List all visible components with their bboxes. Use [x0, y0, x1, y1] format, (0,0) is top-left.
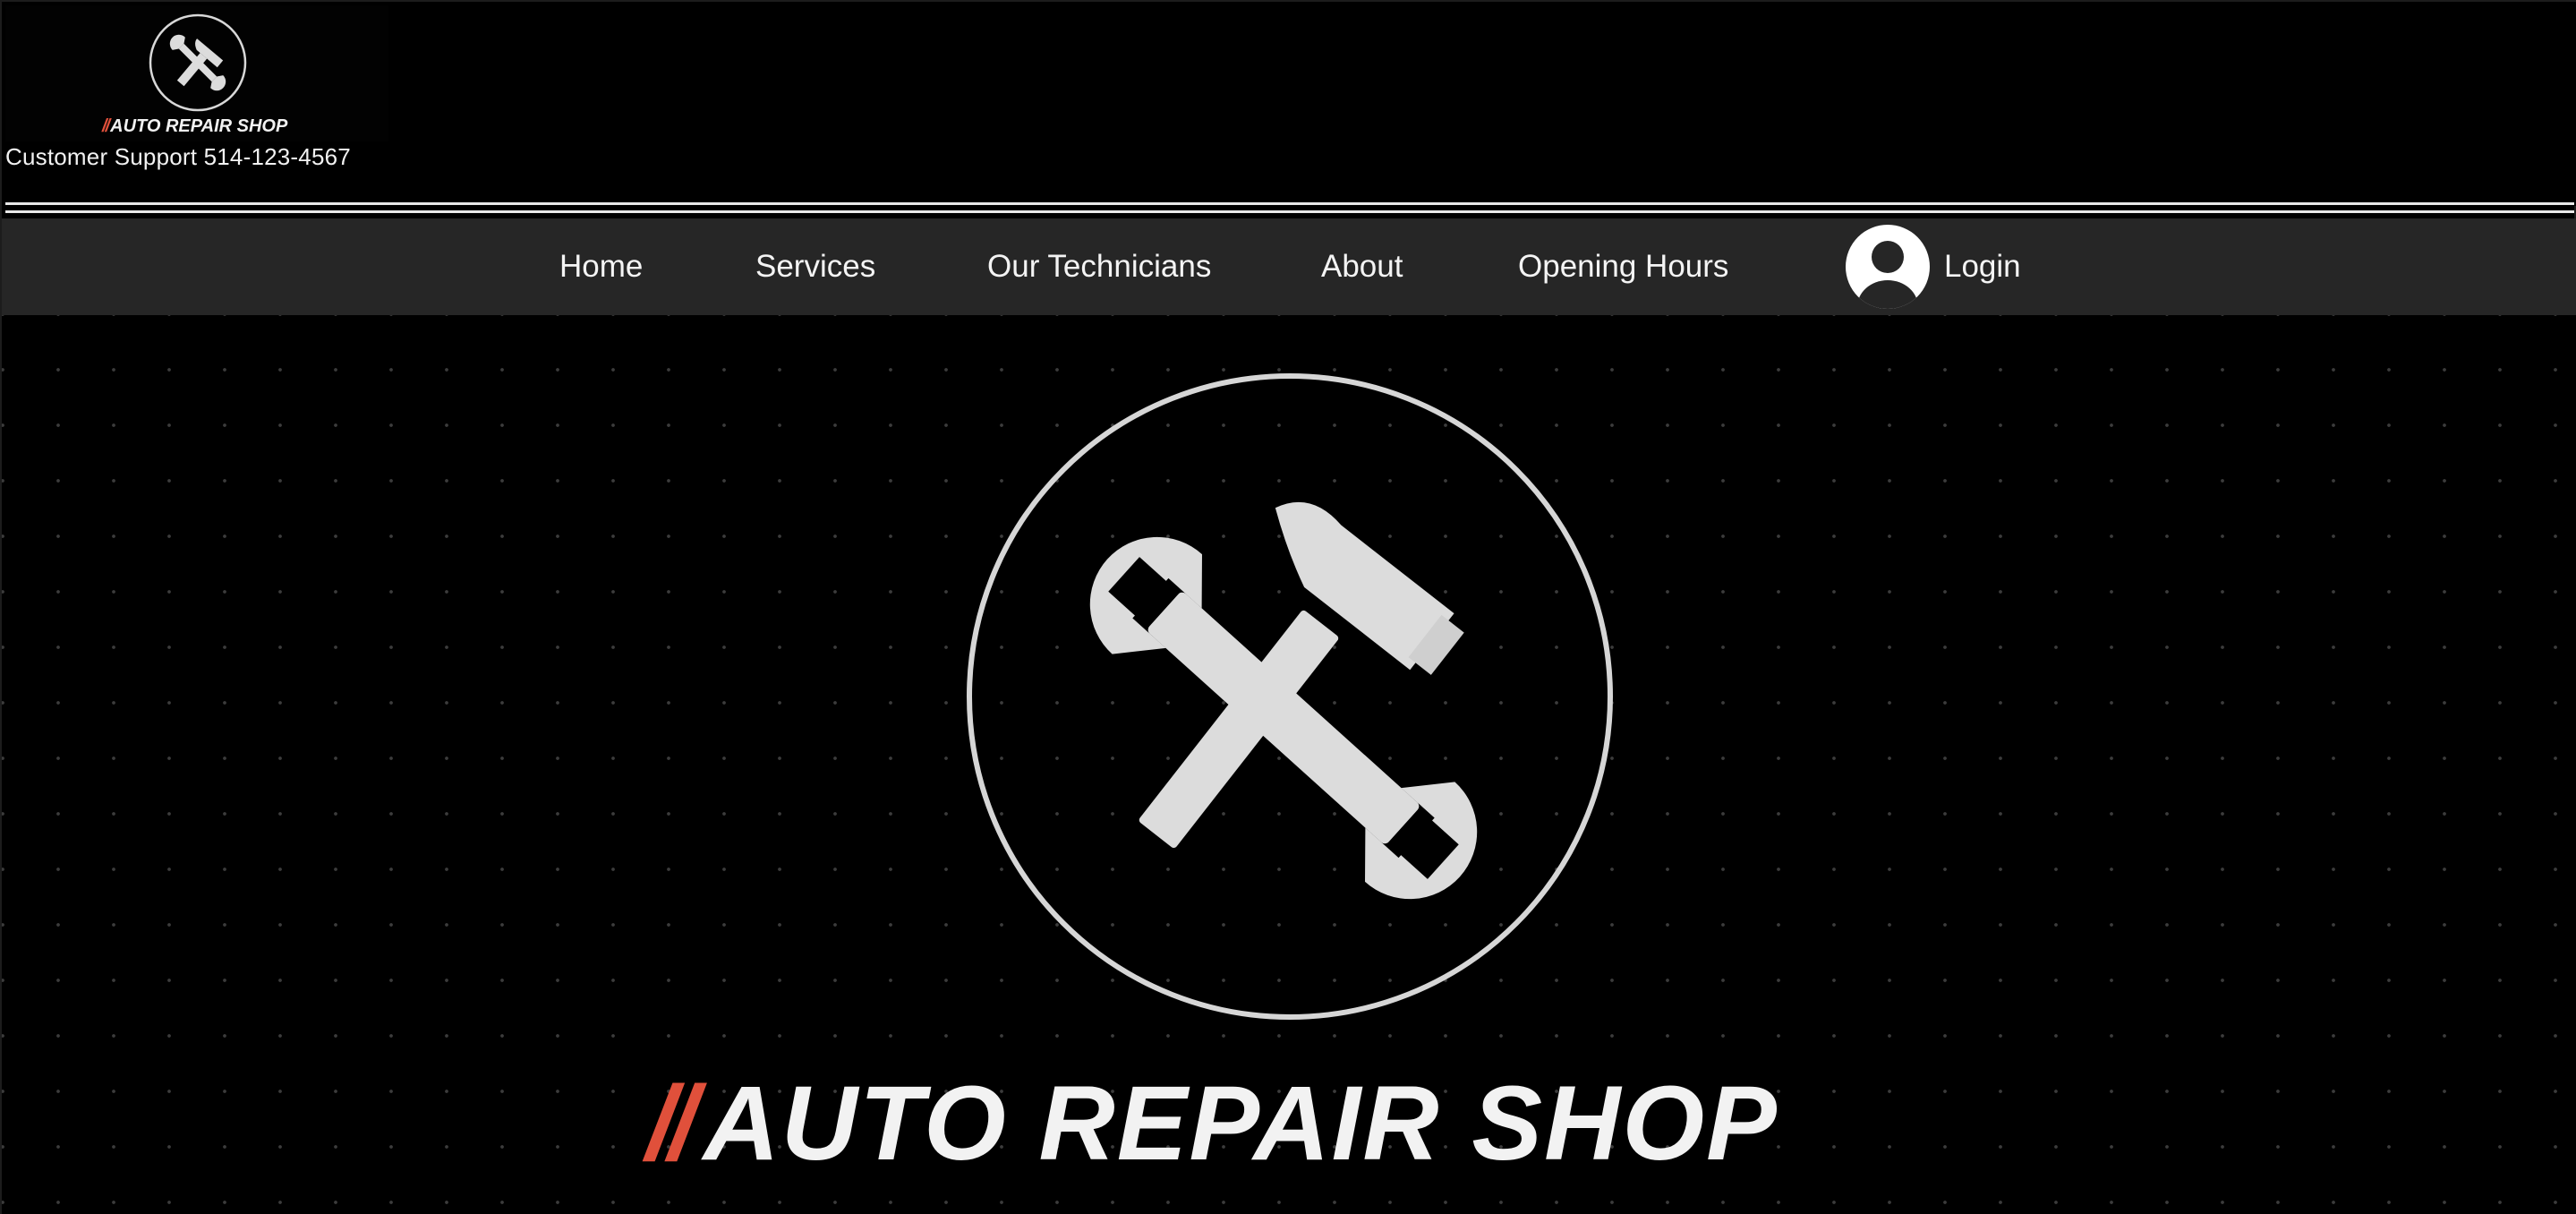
- header-brand: // AUTO REPAIR SHOP: [102, 116, 287, 137]
- hero-brand-slashes: //: [646, 1064, 698, 1183]
- hero-brand: // AUTO REPAIR SHOP: [646, 1064, 1778, 1183]
- header-logo[interactable]: // AUTO REPAIR SHOP: [5, 5, 388, 141]
- top-header: // AUTO REPAIR SHOP Customer Support 514…: [2, 2, 2576, 213]
- nav-opening-hours[interactable]: Opening Hours: [1518, 218, 1728, 315]
- page: // AUTO REPAIR SHOP Customer Support 514…: [0, 0, 2576, 1214]
- customer-support-text: Customer Support 514-123-4567: [5, 143, 351, 170]
- main-nav: Home Services Our Technicians About Open…: [2, 218, 2576, 315]
- nav-home[interactable]: Home: [559, 218, 643, 315]
- nav-about[interactable]: About: [1321, 218, 1403, 315]
- nav-services[interactable]: Services: [755, 218, 875, 315]
- hammer-wrench-icon: [967, 373, 1613, 1020]
- hero-section: // AUTO REPAIR SHOP: [2, 315, 2576, 1214]
- header-divider: [5, 202, 2574, 213]
- login-label: Login: [1944, 249, 2021, 284]
- header-brand-name: AUTO REPAIR SHOP: [110, 116, 288, 136]
- login-button[interactable]: Login: [1846, 225, 2021, 309]
- nav-our-technicians[interactable]: Our Technicians: [987, 218, 1211, 315]
- hero-brand-name: AUTO REPAIR SHOP: [703, 1064, 1778, 1183]
- user-avatar-icon: [1846, 225, 1930, 309]
- header-brand-slashes: //: [102, 116, 110, 136]
